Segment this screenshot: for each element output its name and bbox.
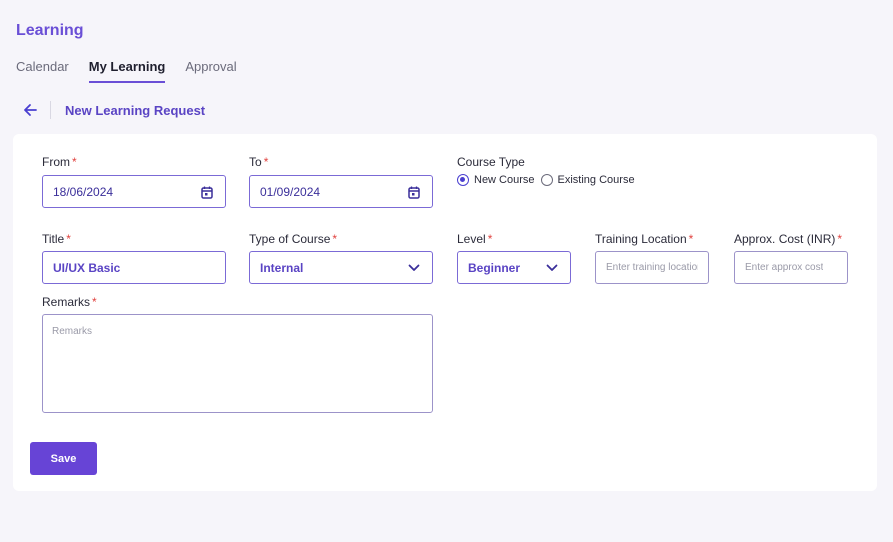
course-type-label: Course Type [457,155,525,169]
training-location-field: Training Location * Enter training locati… [595,231,709,284]
from-field: From * 18/06/2024 [42,154,226,208]
to-label: To * [249,155,269,169]
title-field: Title * UI/UX Basic [42,231,226,284]
course-type-radio-group: New Course Existing Course [457,174,635,186]
to-date-input[interactable]: 01/09/2024 [249,175,433,208]
title-label: Title * [42,232,71,246]
breadcrumb-title: New Learning Request [65,102,206,118]
breadcrumb: New Learning Request [20,100,205,120]
tab-calendar[interactable]: Calendar [16,59,69,83]
calendar-icon[interactable] [406,184,422,200]
tab-approval[interactable]: Approval [185,59,236,83]
level-select[interactable]: Beginner [457,251,571,284]
page-title: Learning [16,22,84,39]
course-type-field: Course Type New Course Existing Course [457,154,677,186]
radio-selected-icon [457,174,469,186]
back-arrow-icon [24,104,37,116]
from-label: From * [42,155,77,169]
level-field: Level * Beginner [457,231,571,284]
approx-cost-label: Approx. Cost (INR) * [734,232,843,246]
back-button[interactable] [20,100,40,120]
to-field: To * 01/09/2024 [249,154,433,208]
tab-bar: Calendar My Learning Approval [16,59,237,83]
save-button[interactable]: Save [30,442,97,475]
tab-my-learning[interactable]: My Learning [88,59,166,83]
approx-cost-field: Approx. Cost (INR) * Enter approx cost [734,231,848,284]
radio-existing-course[interactable]: Existing Course [540,174,635,186]
calendar-icon[interactable] [199,184,215,200]
type-of-course-select[interactable]: Internal [249,251,433,284]
training-location-label: Training Location * [595,232,694,246]
breadcrumb-divider [50,101,51,119]
radio-new-course[interactable]: New Course [457,174,535,186]
chevron-down-icon [406,260,422,276]
title-input[interactable]: UI/UX Basic [42,251,226,284]
type-of-course-field: Type of Course * Internal [249,231,433,284]
approx-cost-input[interactable]: Enter approx cost [734,251,848,284]
chevron-down-icon [544,260,560,276]
training-location-input[interactable]: Enter training location [595,251,709,284]
learning-request-form: From * 18/06/2024 To * 01/09/2024 Course T… [13,134,877,491]
remarks-field: Remarks * Remarks [42,294,433,413]
radio-unselected-icon [540,174,553,186]
type-of-course-label: Type of Course * [249,232,338,246]
remarks-textarea[interactable]: Remarks [42,314,433,413]
level-label: Level * [457,232,493,246]
from-date-input[interactable]: 18/06/2024 [42,175,226,208]
remarks-label: Remarks * [42,295,97,309]
